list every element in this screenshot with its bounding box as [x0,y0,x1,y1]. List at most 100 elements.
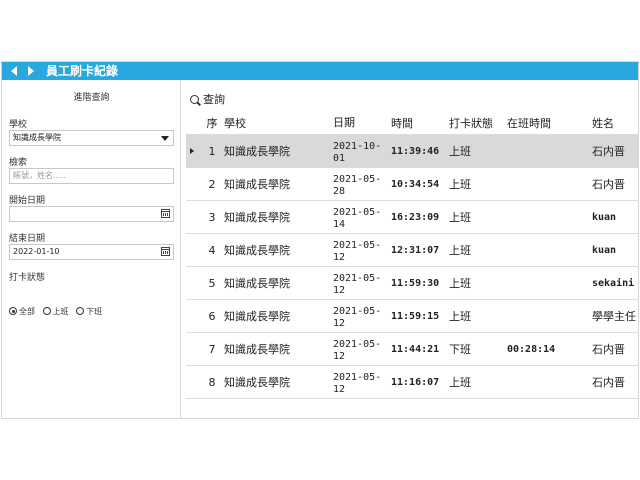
radio-selected-icon[interactable] [9,307,17,315]
cell-school: 知識成長學院 [224,299,333,333]
table-row[interactable]: 6 知識成長學院 2021-05- 12 11:59:15 上班 學學主任 [186,299,638,333]
cell-date: 2021-05- 12 [333,233,391,267]
start-date-input[interactable] [9,206,174,222]
cell-time: 16:23:09 [391,200,449,234]
back-arrow-icon[interactable] [11,66,17,76]
cell-name: kuan [592,200,638,234]
query-button[interactable]: 查詢 [190,91,225,107]
school-label: 學校 [9,120,28,130]
cell-work-time [507,200,592,234]
calendar-icon[interactable] [161,247,170,256]
cell-seq: 6 [200,299,224,333]
end-date-value: 2022-01-10 [13,247,60,256]
cell-state: 上班 [449,233,507,267]
column-header-name[interactable]: 姓名 [592,112,638,135]
column-header-date[interactable]: 日期 [333,112,391,135]
column-header-time[interactable]: 時間 [391,112,449,135]
cell-name: sekaini [592,266,638,300]
cell-school: 知識成長學院 [224,167,333,201]
advanced-search-heading: 進階查詢 [73,93,110,103]
cell-work-time [507,365,592,399]
cell-time: 10:34:54 [391,167,449,201]
table-row[interactable]: 2 知識成長學院 2021-05- 28 10:34:54 上班 石内晋 [186,167,638,201]
cell-work-time [507,233,592,267]
cell-name: 石内晋 [592,134,638,168]
cell-work-time [507,167,592,201]
cell-time: 11:44:21 [391,332,449,366]
title-bar: 員工刷卡紀錄 [2,62,638,80]
row-indicator [186,134,200,168]
filter-panel: 進階查詢 學校 知識成長學院 檢索 帳號，姓名..... 開始日期 結束日期 2… [2,80,181,418]
cell-seq: 8 [200,365,224,399]
cell-state: 下班 [449,332,507,366]
cell-time: 11:59:30 [391,266,449,300]
cell-time: 11:59:15 [391,299,449,333]
cell-seq: 1 [200,134,224,168]
end-date-input[interactable]: 2022-01-10 [9,244,174,260]
row-indicator [186,365,200,399]
row-indicator [186,167,200,201]
search-label: 檢索 [9,158,28,168]
row-indicator [186,266,200,300]
cell-name: 石内晋 [592,332,638,366]
cell-school: 知識成長學院 [224,200,333,234]
school-select[interactable]: 知識成長學院 [9,130,174,146]
cell-date: 2021-05- 12 [333,299,391,333]
cell-seq: 2 [200,167,224,201]
cell-name: 石内晋 [592,167,638,201]
cell-state: 上班 [449,266,507,300]
cell-seq: 3 [200,200,224,234]
cell-time: 12:31:07 [391,233,449,267]
column-header-school[interactable]: 學校 [224,112,333,135]
cell-name: kuan [592,233,638,267]
column-header-state[interactable]: 打卡狀態 [449,112,507,135]
search-icon [190,95,199,104]
end-date-label: 結束日期 [9,234,46,244]
cell-state: 上班 [449,299,507,333]
cell-school: 知識成長學院 [224,134,333,168]
radio-on-duty[interactable]: 上班 [42,307,69,316]
column-header-seq[interactable]: 序 [200,112,224,135]
cell-school: 知識成長學院 [224,266,333,300]
row-indicator [186,332,200,366]
radio-all[interactable]: 全部 [9,307,35,316]
cell-work-time [507,299,592,333]
forward-arrow-icon[interactable] [28,66,34,76]
row-indicator [186,200,200,234]
cell-date: 2021-05- 14 [333,200,391,234]
column-header-work-time[interactable]: 在班時間 [507,112,592,135]
cell-state: 上班 [449,134,507,168]
chevron-down-icon[interactable] [161,136,169,141]
punch-state-radio-group: 全部 上班 下班 [9,306,107,317]
search-placeholder: 帳號，姓名..... [13,171,66,180]
table-row[interactable]: 7 知識成長學院 2021-05- 12 11:44:21 下班 00:28:14 石内晋 [186,332,638,366]
cell-work-time [507,134,592,168]
search-input[interactable]: 帳號，姓名..... [9,168,174,184]
cell-state: 上班 [449,365,507,399]
cell-date: 2021-05- 12 [333,266,391,300]
radio-icon[interactable] [76,307,85,315]
cell-seq: 5 [200,266,224,300]
cell-work-time: 00:28:14 [507,332,592,366]
table-row[interactable]: 5 知識成長學院 2021-05- 12 11:59:30 上班 sekaini [186,266,638,300]
cell-school: 知識成長學院 [224,365,333,399]
row-indicator [186,299,200,333]
table-row[interactable]: 3 知識成長學院 2021-05- 14 16:23:09 上班 kuan [186,200,638,234]
table-row[interactable]: 4 知識成長學院 2021-05- 12 12:31:07 上班 kuan [186,233,638,267]
punch-state-label: 打卡狀態 [9,273,46,283]
cell-seq: 4 [200,233,224,267]
calendar-icon[interactable] [161,209,170,218]
cell-work-time [507,266,592,300]
cell-date: 2021-10- 01 [333,134,391,168]
window-title: 員工刷卡紀錄 [46,64,119,78]
radio-icon[interactable] [42,307,51,315]
cell-state: 上班 [449,167,507,201]
row-selected-arrow-icon [190,148,194,154]
table-row[interactable]: 8 知識成長學院 2021-05- 12 11:16:07 上班 石内晋 [186,365,638,399]
query-label: 查詢 [203,93,225,106]
radio-off-duty[interactable]: 下班 [76,307,102,316]
cell-date: 2021-05- 28 [333,167,391,201]
punch-record-table: 序 學校 日期 時間 打卡狀態 在班時間 姓名 1 知識成長學院 2021-10- 0… [186,112,638,399]
punch-record-window: 員工刷卡紀錄 進階查詢 學校 知識成長學院 檢索 帳號，姓名..... 開始日期… [1,61,639,419]
table-row[interactable]: 1 知識成長學院 2021-10- 01 11:39:46 上班 石内晋 [186,134,638,168]
